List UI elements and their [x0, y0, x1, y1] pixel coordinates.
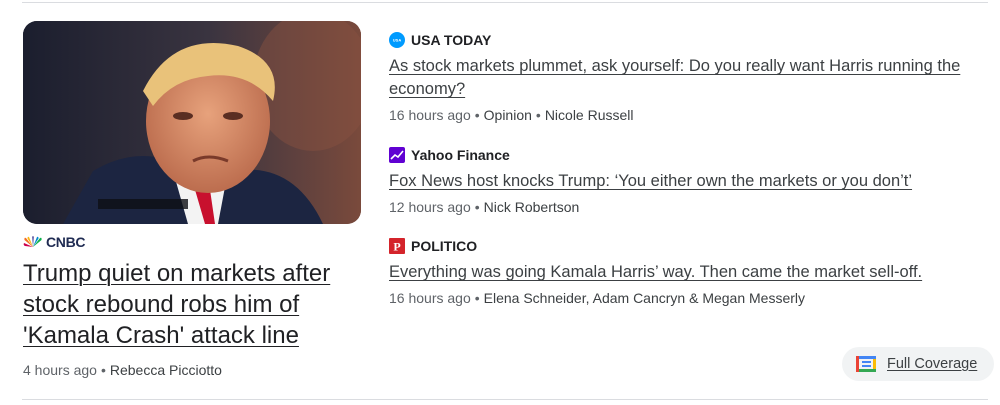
story-author: Nicole Russell [544, 107, 634, 123]
story-time: 16 hours ago [389, 107, 471, 123]
story-politico: P POLITICO Everything was going Kamala H… [389, 237, 989, 306]
story-source[interactable]: Yahoo Finance [389, 146, 989, 164]
story-meta: 16 hours ago • Elena Schneider, Adam Can… [389, 290, 989, 306]
lead-story-title-link[interactable]: Trump quiet on markets after stock rebou… [23, 258, 361, 351]
story-source-name: USA TODAY [411, 32, 492, 48]
full-coverage-label: Full Coverage [887, 356, 978, 372]
lead-story-meta: 4 hours ago • Rebecca Picciotto [23, 362, 361, 378]
story-title-link[interactable]: Fox News host knocks Trump: ‘You either … [389, 170, 989, 193]
cnbc-peacock-icon [23, 236, 42, 247]
meta-separator: • [100, 362, 106, 378]
story-author: Elena Schneider, Adam Cancryn & Megan Me… [483, 290, 806, 306]
politico-icon: P [389, 238, 405, 254]
full-coverage-icon [856, 356, 876, 372]
meta-separator: • [474, 290, 480, 306]
story-section: Opinion [483, 107, 532, 123]
story-source[interactable]: USA USA TODAY [389, 31, 989, 49]
story-meta: 16 hours ago • Opinion • Nicole Russell [389, 107, 989, 123]
lead-source[interactable]: CNBC [23, 234, 361, 250]
yahoo-finance-icon [389, 147, 405, 163]
story-usa-today: USA USA TODAY As stock markets plummet, … [389, 31, 989, 123]
story-time: 12 hours ago [389, 199, 471, 215]
story-title-link[interactable]: As stock markets plummet, ask yourself: … [389, 55, 989, 101]
story-yahoo-finance: Yahoo Finance Fox News host knocks Trump… [389, 146, 989, 215]
svg-text:P: P [393, 240, 400, 254]
lead-story-image[interactable] [23, 21, 361, 224]
full-coverage-button[interactable]: Full Coverage [842, 347, 994, 381]
story-source-name: Yahoo Finance [411, 147, 510, 163]
meta-separator: • [535, 107, 541, 123]
svg-text:USA: USA [393, 38, 402, 43]
meta-separator: • [474, 107, 480, 123]
lead-story: CNBC Trump quiet on markets after stock … [23, 21, 361, 378]
lead-source-name: CNBC [46, 234, 86, 250]
usa-today-icon: USA [389, 32, 405, 48]
story-source-name: POLITICO [411, 238, 478, 254]
lead-story-time: 4 hours ago [23, 362, 97, 378]
trump-photo [23, 21, 361, 224]
lead-story-author: Rebecca Picciotto [109, 362, 222, 378]
story-meta: 12 hours ago • Nick Robertson [389, 199, 989, 215]
meta-separator: • [474, 199, 480, 215]
story-title-link[interactable]: Everything was going Kamala Harris’ way.… [389, 261, 989, 284]
story-source[interactable]: P POLITICO [389, 237, 989, 255]
story-time: 16 hours ago [389, 290, 471, 306]
top-divider [22, 2, 988, 3]
bottom-divider [22, 399, 988, 400]
story-author: Nick Robertson [483, 199, 580, 215]
